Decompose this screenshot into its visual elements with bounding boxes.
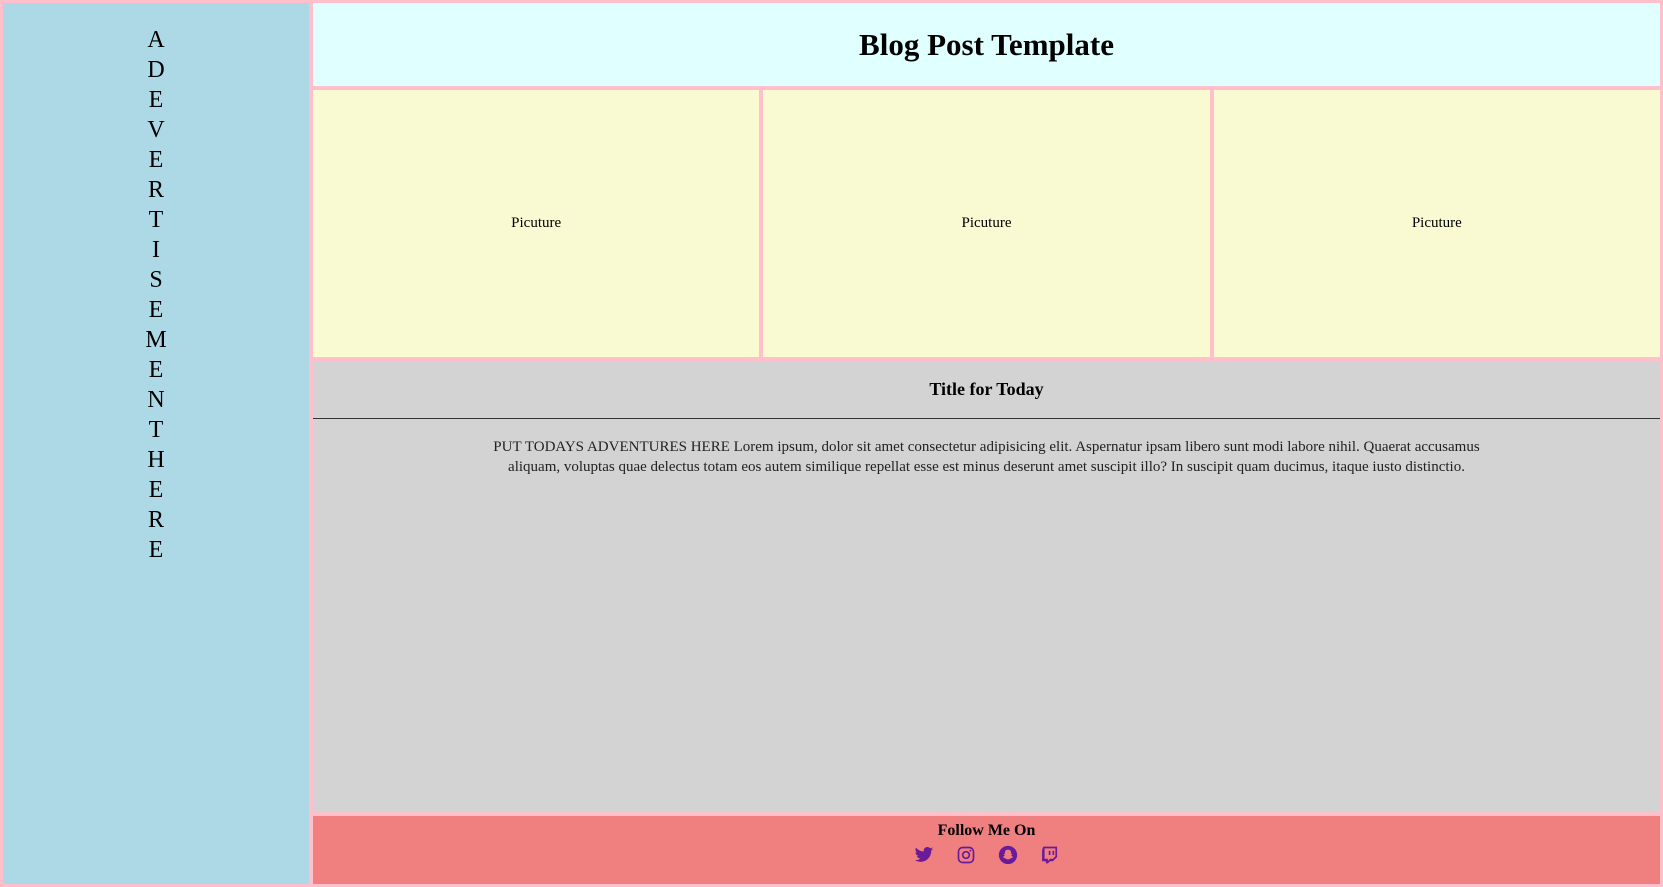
- ad-letter: R: [147, 177, 164, 203]
- twitter-icon[interactable]: [913, 844, 935, 866]
- instagram-icon[interactable]: [955, 844, 977, 866]
- ad-letter: S: [149, 267, 163, 293]
- picture-label: Picuture: [961, 215, 1012, 231]
- ad-letter: E: [148, 357, 164, 383]
- picture-row: Picuture Picuture Picuture: [313, 90, 1660, 361]
- social-links: [913, 844, 1061, 866]
- ad-letter: N: [147, 387, 165, 413]
- ad-letter: T: [148, 207, 164, 233]
- picture-label: Picuture: [511, 215, 562, 231]
- ad-letter: E: [148, 87, 164, 113]
- ad-letter: E: [148, 147, 164, 173]
- page-footer: Follow Me On: [313, 812, 1660, 884]
- ad-letter: A: [147, 27, 165, 53]
- ad-letter: D: [147, 57, 165, 83]
- ad-letter: V: [147, 117, 165, 143]
- page: A D E V E R T I S E M E N T H E R E Blog…: [0, 0, 1663, 887]
- page-title: Blog Post Template: [859, 26, 1114, 62]
- ad-letter: E: [148, 477, 164, 503]
- ad-letter: M: [145, 327, 167, 353]
- ad-letter: R: [147, 507, 164, 533]
- post-article: Title for Today PUT TODAYS ADVENTURES HE…: [313, 361, 1660, 812]
- ad-letter: H: [147, 447, 165, 473]
- twitch-icon[interactable]: [1039, 844, 1061, 866]
- ad-letter: I: [152, 237, 160, 263]
- ad-letter: E: [148, 537, 164, 563]
- post-body: PUT TODAYS ADVENTURES HERE Lorem ipsum, …: [493, 439, 1480, 475]
- main-content: Blog Post Template Picuture Picuture Pic…: [313, 3, 1660, 884]
- ad-letter: E: [148, 297, 164, 323]
- page-header: Blog Post Template: [313, 3, 1660, 90]
- post-title: Title for Today: [313, 361, 1660, 419]
- follow-label: Follow Me On: [937, 822, 1036, 839]
- picture-placeholder: Picuture: [759, 90, 1210, 357]
- picture-label: Picuture: [1411, 215, 1462, 231]
- picture-placeholder: Picuture: [1209, 90, 1660, 357]
- advertisement-sidebar: A D E V E R T I S E M E N T H E R E: [3, 3, 313, 884]
- picture-placeholder: Picuture: [313, 90, 760, 357]
- snapchat-icon[interactable]: [997, 844, 1019, 866]
- ad-letter: T: [148, 417, 164, 443]
